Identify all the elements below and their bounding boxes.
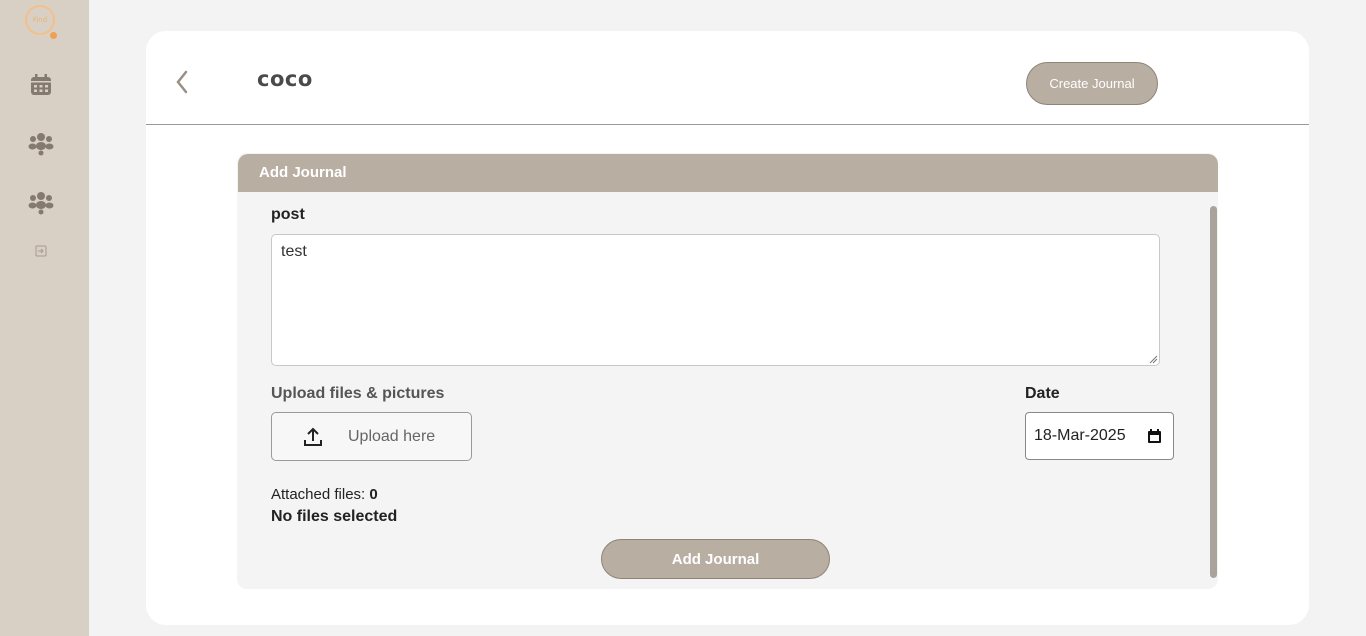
attached-count: 0 [369,486,378,503]
panel-scrollbar[interactable] [1210,206,1217,578]
header-divider [146,124,1309,125]
attached-label: Attached files: [271,486,370,503]
logo-text: Find [32,16,48,24]
post-label: post [271,206,305,223]
attached-files: Attached files: 0 [271,486,378,503]
calendar-picker-icon[interactable] [1147,429,1162,444]
community-icon[interactable] [28,190,54,216]
panel-heading: Add Journal [238,154,1218,192]
back-button[interactable] [170,67,194,97]
logout-icon[interactable] [28,238,54,264]
chevron-left-icon [176,70,188,94]
date-input[interactable]: 18-Mar-2025 [1025,412,1174,460]
add-journal-panel: Add Journal post test Upload files & pic… [237,153,1218,589]
calendar-icon[interactable] [28,72,54,98]
create-journal-button[interactable]: Create Journal [1026,62,1158,105]
upload-label: Upload files & pictures [271,385,445,402]
page-title: coco [257,67,313,91]
upload-button[interactable]: Upload here [271,412,472,461]
date-label: Date [1025,385,1060,402]
date-value: 18-Mar-2025 [1034,427,1126,444]
sidebar: Find [0,0,89,636]
upload-button-label: Upload here [348,427,436,445]
no-files-text: No files selected [271,508,398,525]
post-textarea[interactable]: test [271,234,1160,366]
upload-icon [304,427,322,446]
app-logo[interactable]: Find [25,5,55,35]
add-journal-button[interactable]: Add Journal [601,539,830,579]
resize-grip-icon[interactable] [1149,355,1158,364]
group-icon[interactable] [28,131,54,157]
logo-dot [50,32,57,39]
main-card: coco Create Journal Add Journal post tes… [146,31,1309,625]
